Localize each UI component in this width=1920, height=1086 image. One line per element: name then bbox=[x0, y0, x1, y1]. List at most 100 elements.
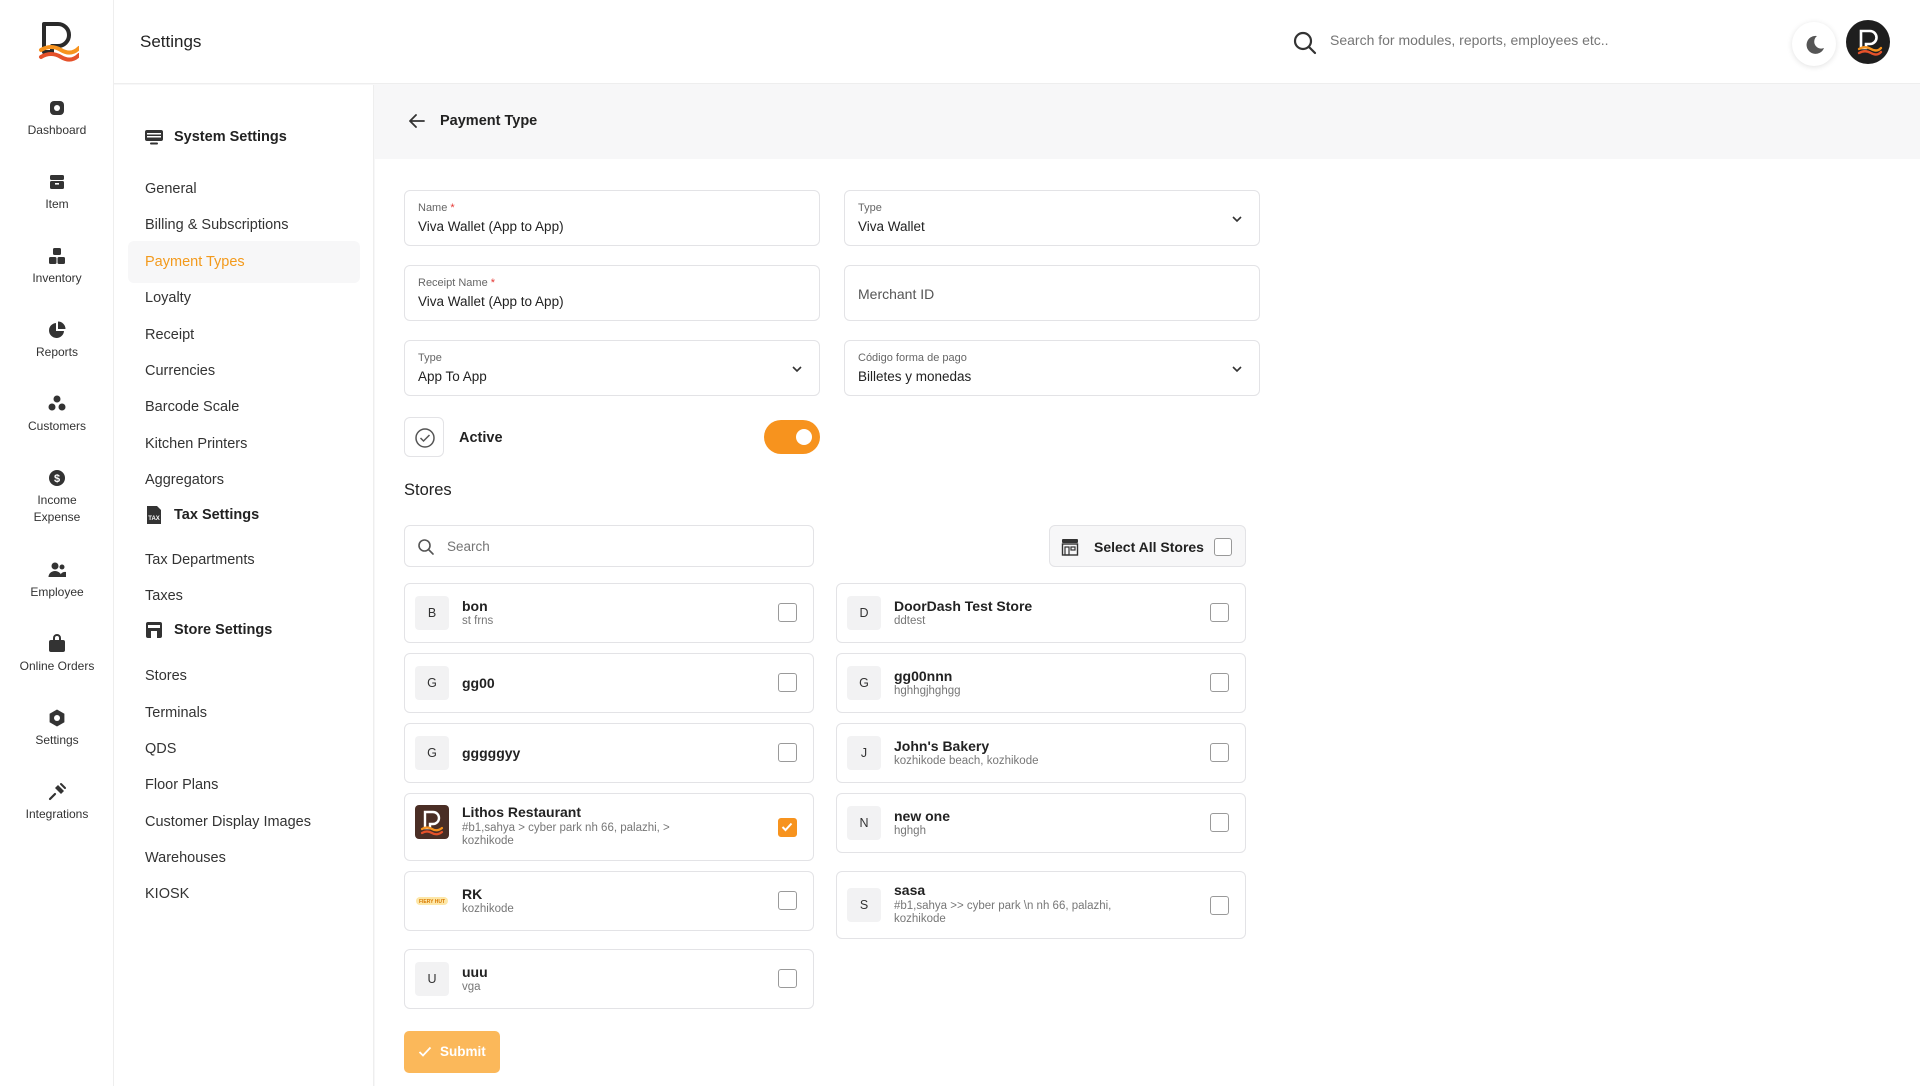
store-address: kozhikode bbox=[462, 903, 514, 915]
lithos-logo-icon bbox=[420, 810, 444, 836]
select-all-stores-button[interactable]: Select All Stores bbox=[1049, 525, 1246, 567]
merchant-id-field[interactable]: Merchant ID bbox=[844, 265, 1260, 321]
rail-item-reports[interactable]: Reports bbox=[0, 320, 114, 361]
rail-label: Integrations bbox=[25, 807, 89, 821]
store-card[interactable]: B bon st frns bbox=[404, 583, 814, 643]
chevron-down-icon bbox=[1232, 366, 1242, 373]
codigo-forma-pago-select[interactable]: Código forma de pago Billetes y monedas bbox=[844, 340, 1260, 396]
store-card[interactable]: G gggggyy bbox=[404, 723, 814, 783]
store-card[interactable]: N new one hghgh bbox=[836, 793, 1246, 853]
rail-item-employee[interactable]: Employee bbox=[0, 560, 114, 601]
store-checkbox[interactable] bbox=[778, 673, 797, 692]
store-address: hghgh bbox=[894, 825, 926, 837]
svg-text:FIERY HUT: FIERY HUT bbox=[419, 899, 445, 905]
brand-logo-icon[interactable] bbox=[35, 20, 79, 64]
menu-item-barcode-scale[interactable]: Barcode Scale bbox=[128, 386, 360, 428]
active-status-icon-box bbox=[404, 417, 444, 457]
type-select[interactable]: Type Viva Wallet bbox=[844, 190, 1260, 246]
rail-label: Dashboard bbox=[27, 123, 87, 137]
check-circle-icon bbox=[415, 428, 435, 448]
codigo-value: Billetes y monedas bbox=[858, 369, 972, 384]
content-panel: Payment Type Name * Viva Wallet (App to … bbox=[375, 85, 1920, 1086]
rail-item-settings[interactable]: Settings bbox=[0, 708, 114, 749]
store-initial: G bbox=[415, 736, 449, 770]
user-avatar[interactable] bbox=[1846, 20, 1890, 64]
menu-item-aggregators[interactable]: Aggregators bbox=[128, 459, 360, 501]
rail-item-online-orders[interactable]: Online Orders bbox=[0, 634, 114, 675]
store-checkbox[interactable] bbox=[1210, 743, 1229, 762]
store-checkbox[interactable] bbox=[1210, 603, 1229, 622]
form-heading: Payment Type bbox=[440, 113, 538, 129]
theme-toggle-button[interactable] bbox=[1792, 22, 1836, 66]
store-name: DoorDash Test Store bbox=[894, 598, 1033, 614]
name-field[interactable]: Name * Viva Wallet (App to App) bbox=[404, 190, 820, 246]
store-checkbox[interactable] bbox=[1210, 896, 1229, 915]
store-checkbox[interactable] bbox=[778, 743, 797, 762]
store-card[interactable]: J John's Bakery kozhikode beach, kozhiko… bbox=[836, 723, 1246, 783]
store-card[interactable]: G gg00 bbox=[404, 653, 814, 713]
menu-item-stores[interactable]: Stores bbox=[128, 655, 360, 697]
store-checkbox[interactable] bbox=[778, 891, 797, 910]
chevron-down-icon bbox=[792, 366, 802, 373]
store-name: new one bbox=[894, 808, 951, 824]
integration-type-select[interactable]: Type App To App bbox=[404, 340, 820, 396]
toggle-knob bbox=[796, 429, 812, 445]
store-search-box[interactable] bbox=[404, 525, 814, 567]
store-address: vga bbox=[462, 981, 481, 993]
section-tax-settings: TAX Tax Settings bbox=[144, 505, 259, 525]
menu-item-billing[interactable]: Billing & Subscriptions bbox=[128, 204, 360, 246]
rail-item-integrations[interactable]: Integrations bbox=[0, 782, 114, 823]
rail-item-item[interactable]: Item bbox=[0, 172, 114, 213]
store-card[interactable]: G gg00nnn hghhgjhghgg bbox=[836, 653, 1246, 713]
store-address: st frns bbox=[462, 615, 494, 627]
store-checkbox[interactable] bbox=[1210, 813, 1229, 832]
menu-item-loyalty[interactable]: Loyalty bbox=[128, 277, 360, 319]
inventory-icon bbox=[49, 248, 65, 264]
store-checkbox-checked[interactable] bbox=[778, 818, 797, 837]
store-checkbox[interactable] bbox=[778, 969, 797, 988]
check-icon bbox=[418, 1046, 432, 1057]
store-card[interactable]: FIERY HUT RK kozhikode bbox=[404, 871, 814, 931]
svg-text:TAX: TAX bbox=[148, 516, 160, 522]
submit-button[interactable]: Submit bbox=[404, 1031, 500, 1073]
store-checkbox[interactable] bbox=[1210, 673, 1229, 692]
section-label: System Settings bbox=[174, 129, 287, 145]
rail-item-dashboard[interactable]: Dashboard bbox=[0, 98, 114, 139]
receipt-name-field[interactable]: Receipt Name * Viva Wallet (App to App) bbox=[404, 265, 820, 321]
field-label: Type bbox=[858, 202, 882, 214]
store-card[interactable]: U uuu vga bbox=[404, 949, 814, 1009]
search-icon bbox=[418, 539, 434, 555]
store-initial: U bbox=[415, 962, 449, 996]
active-toggle[interactable] bbox=[764, 420, 820, 454]
rail-item-inventory[interactable]: Inventory bbox=[0, 246, 114, 287]
field-label: Name * bbox=[418, 202, 455, 214]
menu-item-taxes[interactable]: Taxes bbox=[128, 575, 360, 617]
svg-text:$: $ bbox=[54, 473, 60, 485]
store-initial: N bbox=[847, 806, 881, 840]
store-card[interactable]: S sasa #b1,sahya >> cyber park \n nh 66,… bbox=[836, 871, 1246, 939]
rail-item-income-expense[interactable]: $ Income Expense bbox=[0, 468, 114, 526]
store-address: hghhgjhghgg bbox=[894, 685, 961, 697]
integration-type-value: App To App bbox=[418, 369, 487, 384]
menu-item-floor-plans[interactable]: Floor Plans bbox=[128, 764, 360, 806]
store-checkbox[interactable] bbox=[778, 603, 797, 622]
top-bar: Settings bbox=[114, 0, 1920, 84]
menu-item-kiosk[interactable]: KIOSK bbox=[128, 873, 360, 915]
back-arrow-icon[interactable] bbox=[407, 111, 427, 131]
store-card[interactable]: Lithos Restaurant #b1,sahya > cyber park… bbox=[404, 793, 814, 861]
rail-item-customers[interactable]: Customers bbox=[0, 394, 114, 435]
store-name: sasa bbox=[894, 882, 926, 898]
field-label: Receipt Name * bbox=[418, 277, 496, 289]
select-all-checkbox[interactable] bbox=[1214, 538, 1232, 556]
submit-label: Submit bbox=[440, 1044, 486, 1059]
field-label: Código forma de pago bbox=[858, 352, 967, 364]
settings-icon bbox=[49, 709, 65, 727]
integrations-icon bbox=[48, 783, 66, 801]
search-icon[interactable] bbox=[1292, 30, 1318, 56]
store-card[interactable]: D DoorDash Test Store ddtest bbox=[836, 583, 1246, 643]
section-store-settings: Store Settings bbox=[144, 620, 272, 640]
global-search-input[interactable] bbox=[1330, 32, 1650, 48]
reports-icon bbox=[49, 321, 66, 338]
store-initial: B bbox=[415, 596, 449, 630]
store-search-input[interactable] bbox=[447, 539, 787, 554]
